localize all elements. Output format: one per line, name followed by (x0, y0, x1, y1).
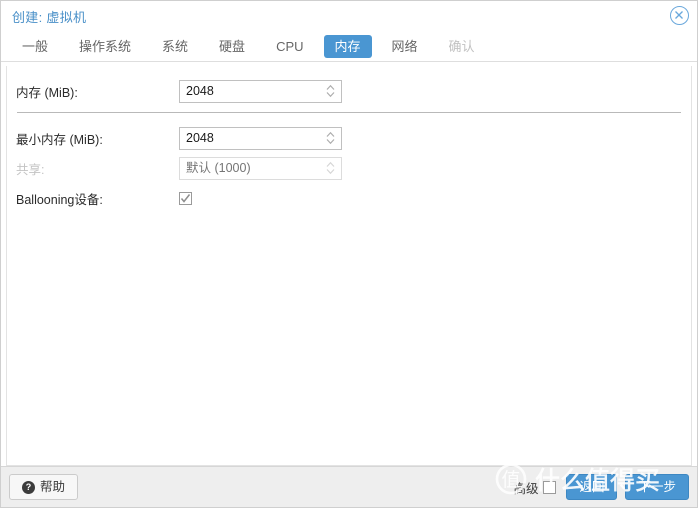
close-icon[interactable] (670, 6, 689, 25)
dialog-footer: ? 帮助 高级 返回 下一步 值 什么值得买 (1, 466, 697, 507)
min-memory-row: 最小内存 (MiB): (7, 125, 691, 151)
tab-os[interactable]: 操作系统 (68, 35, 142, 58)
question-mark-icon: ? (22, 481, 35, 494)
next-button[interactable]: 下一步 (625, 474, 689, 500)
tab-cpu[interactable]: CPU (265, 35, 314, 58)
tab-memory[interactable]: 内存 (324, 35, 372, 58)
help-button-label: 帮助 (40, 479, 65, 495)
tab-general[interactable]: 一般 (11, 35, 59, 58)
spinner-arrows-icon[interactable] (325, 131, 336, 146)
tab-bar: 一般 操作系统 系统 硬盘 CPU 内存 网络 确认 (1, 31, 697, 62)
content-wrapper: 内存 (MiB): 最小内存 (MiB): (1, 62, 697, 466)
checkmark-icon (180, 193, 191, 204)
min-memory-spinner[interactable] (179, 127, 342, 150)
advanced-checkbox[interactable] (543, 481, 556, 494)
memory-spinner[interactable] (179, 80, 342, 103)
shares-input (180, 158, 341, 179)
shares-label: 共享: (16, 159, 179, 178)
dialog-titlebar: 创建: 虚拟机 (1, 1, 697, 31)
shares-spinner (179, 157, 342, 180)
tab-network[interactable]: 网络 (381, 35, 429, 58)
help-button[interactable]: ? 帮助 (9, 474, 78, 500)
create-vm-dialog: 创建: 虚拟机 一般 操作系统 系统 硬盘 CPU 内存 网络 确认 内存 (M… (0, 0, 698, 508)
min-memory-input[interactable] (180, 128, 341, 149)
spinner-arrows-icon (325, 161, 336, 176)
dialog-title: 创建: 虚拟机 (12, 7, 86, 26)
section-divider (17, 112, 681, 113)
tab-disk[interactable]: 硬盘 (208, 35, 256, 58)
ballooning-row: Ballooning设备: (7, 185, 691, 211)
footer-actions: 高级 返回 下一步 (513, 474, 689, 500)
spinner-arrows-icon[interactable] (325, 84, 336, 99)
ballooning-label: Ballooning设备: (16, 189, 179, 208)
advanced-toggle[interactable]: 高级 (513, 478, 556, 497)
advanced-label: 高级 (513, 478, 538, 497)
memory-input[interactable] (180, 81, 341, 102)
min-memory-label: 最小内存 (MiB): (16, 129, 179, 148)
tab-system[interactable]: 系统 (151, 35, 199, 58)
memory-label: 内存 (MiB): (16, 82, 179, 101)
tab-confirm: 确认 (438, 35, 486, 58)
shares-row: 共享: (7, 155, 691, 181)
ballooning-checkbox[interactable] (179, 192, 192, 205)
memory-row: 内存 (MiB): (7, 78, 691, 104)
memory-settings-panel: 内存 (MiB): 最小内存 (MiB): (6, 66, 692, 466)
back-button[interactable]: 返回 (566, 474, 617, 500)
